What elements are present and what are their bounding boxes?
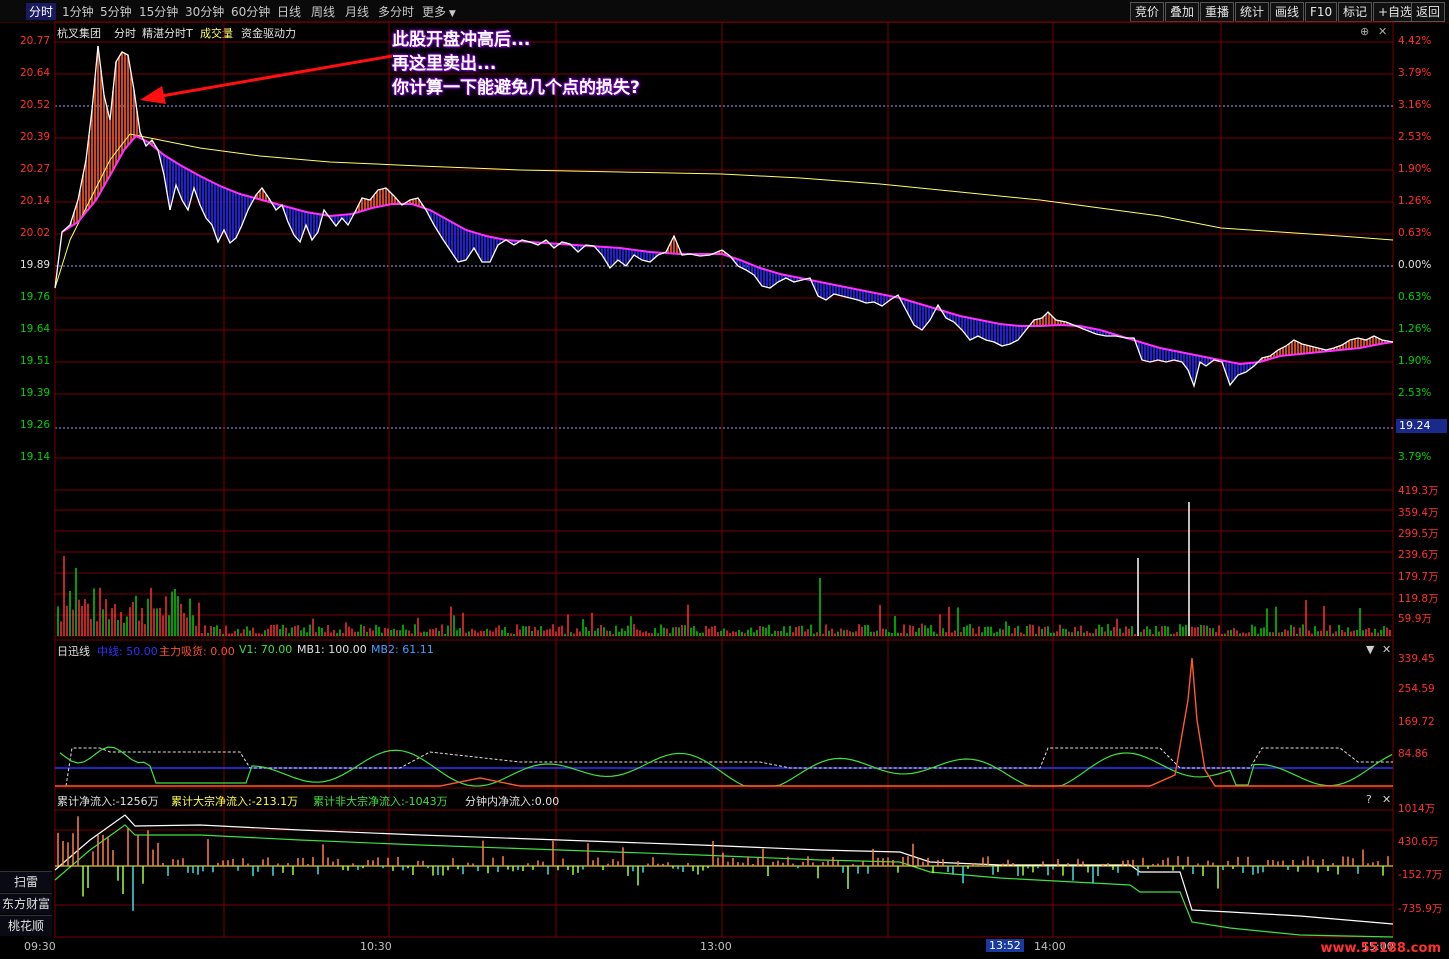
indicator-tick: 169.72 <box>1398 716 1435 728</box>
annotation-arrow <box>140 54 393 104</box>
price-tick-right: 1.90% <box>1398 163 1432 175</box>
volume-bars <box>57 502 1391 636</box>
avg-price-line <box>54 133 1394 289</box>
volume-tick: 179.7万 <box>1398 571 1439 583</box>
price-tick-left: 19.39 <box>20 387 51 399</box>
price-tick-left: 19.51 <box>20 355 51 367</box>
annotation-line-3: 你计算一下能避免几个点的损失? <box>392 78 640 98</box>
chart-svg <box>54 21 1394 938</box>
flow-legend-item: 累计净流入:-1256万 <box>57 795 159 808</box>
volume-tick: 359.4万 <box>1398 507 1439 519</box>
price-lines <box>54 45 1394 389</box>
fund-flow-chart <box>54 814 1394 938</box>
price-tick-right: 0.63% <box>1398 291 1432 303</box>
annotation-line-2: 再这里卖出... <box>392 54 497 74</box>
price-fill-area <box>64 46 1392 384</box>
price-tick-right: 3.16% <box>1398 99 1432 111</box>
price-tick-right: 3.79% <box>1398 67 1432 79</box>
flow-legend-item: 累计非大宗净流入:-1043万 <box>313 795 448 808</box>
flow-tick: 430.6万 <box>1398 836 1439 848</box>
watermark-logo: www.55188.com <box>1320 941 1442 956</box>
flow-legend-item: 分钟内净流入:0.00 <box>465 795 560 808</box>
price-tick-left: 20.27 <box>20 163 51 175</box>
time-label-0930: 09:30 <box>24 940 56 953</box>
current-price-box: 19.24 <box>1396 419 1447 433</box>
price-tick-left: 20.39 <box>20 131 51 143</box>
indicator-name: 日迅线 <box>57 645 90 658</box>
volume-tick: 299.5万 <box>1398 528 1439 540</box>
price-tick-left: 19.26 <box>20 419 51 431</box>
indicator-legend-item: MB2: 61.11 <box>371 643 434 656</box>
volume-tick: 59.9万 <box>1398 613 1432 625</box>
flow-tick: -152.7万 <box>1398 869 1443 881</box>
price-tick-right: 1.90% <box>1398 355 1432 367</box>
time-cursor-label: 13:52 <box>986 939 1024 952</box>
indicator-tick: 339.45 <box>1398 653 1435 665</box>
taohuashun-button[interactable]: 桃花顺 <box>0 915 52 936</box>
price-tick-left: 20.64 <box>20 67 51 79</box>
volume-tick: 119.8万 <box>1398 593 1439 605</box>
price-tick-right: 3.79% <box>1398 451 1432 463</box>
price-tick-left: 20.52 <box>20 99 51 111</box>
nonblock-flow-line <box>54 824 1394 938</box>
indicator-lines <box>55 657 1393 787</box>
price-tick-right: 0.00% <box>1398 259 1432 271</box>
price-tick-right: 1.26% <box>1398 323 1432 335</box>
price-tick-left: 19.64 <box>20 323 51 335</box>
flow-tick: -735.9万 <box>1398 903 1443 915</box>
time-label-1030: 10:30 <box>360 940 392 953</box>
flow-legend-item: 累计大宗净流入:-213.1万 <box>171 795 299 808</box>
time-label-1400: 14:00 <box>1034 940 1066 953</box>
annotation-text: 此股开盘冲高后... 再这里卖出... 你计算一下能避免几个点的损失? <box>392 28 640 100</box>
help-icon[interactable]: ? <box>1366 793 1372 806</box>
v1-line <box>59 746 1393 787</box>
indicator-legend-item: V1: 70.00 <box>239 643 293 656</box>
eastmoney-button[interactable]: 东方财富 <box>0 893 52 914</box>
indicator-legend-item: 中线: 50.00 <box>97 645 158 658</box>
indicator-dropdown-icon[interactable]: ▼ <box>1366 643 1374 656</box>
flow-tick: 1014万 <box>1398 803 1436 815</box>
flow-close-icon[interactable]: ✕ <box>1382 793 1391 806</box>
price-tick-left: 20.77 <box>20 35 51 47</box>
price-tick-right: 2.53% <box>1398 387 1432 399</box>
annotation-line-1: 此股开盘冲高后... <box>392 30 531 50</box>
indicator-tick: 84.86 <box>1398 748 1429 760</box>
price-tick-left: 19.89 <box>20 259 51 271</box>
volume-tick: 239.6万 <box>1398 549 1439 561</box>
arrow-head <box>140 86 166 104</box>
price-line <box>54 45 1394 389</box>
price-tick-right: 1.26% <box>1398 195 1432 207</box>
volume-tick: 419.3万 <box>1398 485 1439 497</box>
main-absorb-line <box>55 657 1393 787</box>
price-tick-right: 0.63% <box>1398 227 1432 239</box>
indicator-tick: 254.59 <box>1398 683 1435 695</box>
time-label-1300: 13:00 <box>700 940 732 953</box>
arrow-shaft <box>149 54 393 100</box>
price-tick-right: 4.42% <box>1398 35 1432 47</box>
sweep-button[interactable]: 扫雷 <box>0 871 52 892</box>
price-tick-right: 2.53% <box>1398 131 1432 143</box>
indicator-close-icon[interactable]: ✕ <box>1382 643 1391 656</box>
indicator-legend-item: 主力吸货: 0.00 <box>159 645 235 658</box>
price-tick-left: 20.02 <box>20 227 51 239</box>
price-tick-left: 19.76 <box>20 291 51 303</box>
indicator-legend-item: MB1: 100.00 <box>297 643 367 656</box>
price-tick-left: 19.14 <box>20 451 51 463</box>
price-tick-left: 20.14 <box>20 195 51 207</box>
